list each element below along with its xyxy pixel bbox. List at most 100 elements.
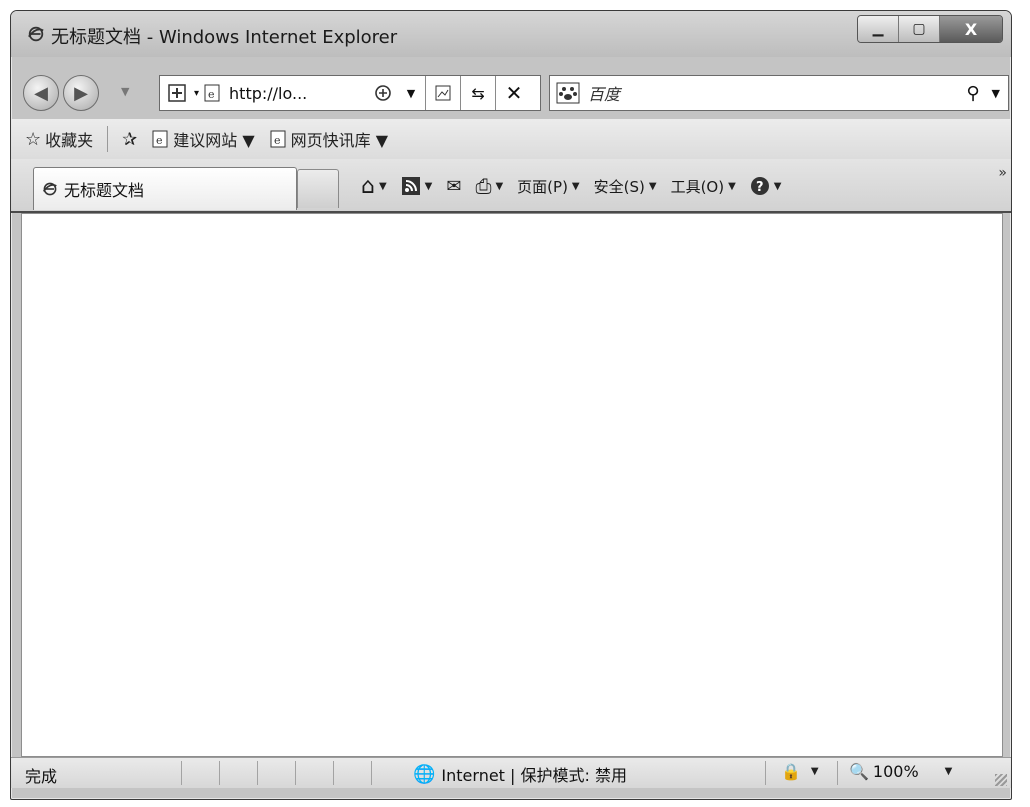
- read-mail-button[interactable]: ✉: [446, 176, 461, 197]
- favorites-divider: [107, 126, 109, 152]
- star-icon: ☆: [25, 128, 42, 150]
- safety-menu-label: 安全(S): [593, 177, 645, 196]
- status-divider: [765, 761, 766, 785]
- rss-feed-icon[interactable]: [426, 76, 460, 110]
- home-button[interactable]: ⌂ ▼: [361, 174, 387, 199]
- help-menu[interactable]: ? ▼: [750, 176, 782, 196]
- compatibility-view-icon[interactable]: [369, 76, 397, 110]
- window-controls: ▁ ▢ X: [857, 15, 1003, 43]
- globe-icon: 🌐: [413, 763, 436, 785]
- page-icon: e: [152, 130, 168, 148]
- status-divider: [371, 761, 372, 785]
- zoom-level: 100%: [872, 762, 919, 781]
- security-zone-label: Internet | 保护模式: 禁用: [441, 766, 627, 785]
- status-divider: [257, 761, 258, 785]
- page-menu-label: 页面(P): [517, 177, 568, 196]
- tab-title: 无标题文档: [64, 181, 145, 200]
- search-box[interactable]: 百度 ⚲ ▼: [549, 75, 1009, 111]
- home-icon: ⌂: [361, 173, 375, 199]
- refresh-icon[interactable]: ⇆: [461, 76, 495, 110]
- maximize-icon: ▢: [912, 21, 926, 37]
- close-button[interactable]: X: [940, 16, 1002, 42]
- status-divider: [837, 761, 838, 785]
- svg-text:?: ?: [756, 180, 764, 195]
- chevron-down-icon: ▼: [810, 766, 819, 777]
- status-bar: 完成 🌐 Internet | 保护模式: 禁用 🔒 ▼ 🔍 100% ▼: [11, 757, 1011, 788]
- lock-icon: 🔒: [781, 762, 801, 781]
- favorites-bar: ☆ 收藏夹 ✰ e 建议网站 ▼ e 网页快讯库 ▼: [11, 119, 1011, 159]
- chevron-down-icon: ▼: [378, 180, 387, 192]
- tools-menu-label: 工具(O): [670, 177, 725, 196]
- printer-icon: ⎙: [475, 174, 492, 198]
- security-zone[interactable]: 🌐 Internet | 保护模式: 禁用: [413, 762, 627, 786]
- page-icon: e: [270, 130, 286, 148]
- svg-text:e: e: [156, 134, 163, 147]
- favorites-item-suggested-sites[interactable]: e 建议网站 ▼: [151, 127, 255, 151]
- ie-icon: [42, 182, 57, 196]
- feeds-button[interactable]: ▼: [401, 176, 433, 196]
- forward-button[interactable]: ▶: [63, 75, 99, 111]
- recent-pages-dropdown-icon[interactable]: ▼: [121, 85, 129, 98]
- page-icon: e: [199, 76, 225, 110]
- favorites-item-web-slice-gallery[interactable]: e 网页快讯库 ▼: [269, 127, 388, 151]
- zoom-icon: 🔍: [849, 762, 869, 781]
- new-tab-button[interactable]: [297, 169, 339, 208]
- add-favorites-button[interactable]: ✰: [122, 129, 137, 150]
- mail-icon: ✉: [446, 175, 462, 197]
- back-arrow-icon: ◀: [34, 82, 48, 104]
- status-divider: [295, 761, 296, 785]
- baidu-paw-icon: [556, 82, 580, 104]
- minimize-icon: ▁: [872, 21, 884, 37]
- status-text: 完成: [25, 767, 58, 786]
- navigation-bar: ◀ ▶ ▼ ▾ e http://lo... ▼ ⇆ ✕ 百度 ⚲ ▼: [11, 69, 1011, 113]
- chevron-down-icon: ▼: [773, 180, 782, 192]
- print-button[interactable]: ⎙ ▼: [475, 174, 503, 198]
- popup-blocker-button[interactable]: 🔒 ▼: [781, 762, 819, 781]
- back-button[interactable]: ◀: [23, 75, 59, 111]
- chevron-down-icon: ▼: [571, 180, 580, 192]
- add-favorite-star-icon: ✰: [122, 128, 138, 150]
- chevron-down-icon: ▼: [728, 180, 736, 192]
- tools-menu[interactable]: 工具(O) ▼: [671, 176, 736, 197]
- safety-menu[interactable]: 安全(S) ▼: [594, 176, 657, 197]
- feed-icon: [401, 177, 420, 195]
- address-dropdown-icon[interactable]: ▼: [397, 76, 425, 110]
- expand-plus-icon[interactable]: [160, 76, 194, 110]
- url-text[interactable]: http://lo...: [225, 84, 369, 103]
- browser-window: 无标题文档 - Windows Internet Explorer ▁ ▢ X …: [10, 10, 1012, 800]
- favorites-item-label: 网页快讯库 ▼: [290, 131, 389, 150]
- page-content[interactable]: [21, 213, 1003, 757]
- command-bar: ⌂ ▼ ▼ ✉ ⎙ ▼ 页面(P) ▼ 安全(S) ▼ 工具(O) ▼ ? ▼: [361, 169, 795, 203]
- search-dropdown-icon[interactable]: ▼: [992, 87, 1000, 100]
- favorites-item-label: 建议网站 ▼: [173, 131, 255, 150]
- window-title: 无标题文档 - Windows Internet Explorer: [51, 27, 398, 48]
- chevron-down-icon: ▼: [648, 180, 657, 192]
- minimize-button[interactable]: ▁: [858, 16, 899, 42]
- tab-row: 无标题文档 ⌂ ▼ ▼ ✉ ⎙ ▼ 页面(P) ▼ 安全(S) ▼ 工具(O) …: [11, 159, 1011, 213]
- chevron-down-icon: ▼: [495, 180, 504, 192]
- maximize-button[interactable]: ▢: [899, 16, 940, 42]
- favorites-button[interactable]: ☆ 收藏夹: [25, 127, 93, 151]
- chevron-down-icon: ▼: [944, 766, 953, 777]
- svg-text:e: e: [208, 88, 215, 101]
- zoom-control[interactable]: 🔍 100% ▼: [849, 762, 952, 781]
- svg-text:e: e: [274, 134, 281, 147]
- title-bar: 无标题文档 - Windows Internet Explorer ▁ ▢ X: [11, 11, 1011, 57]
- address-bar[interactable]: ▾ e http://lo... ▼ ⇆ ✕: [159, 75, 541, 111]
- stop-icon[interactable]: ✕: [496, 76, 532, 110]
- favorites-label: 收藏夹: [45, 131, 94, 150]
- chevron-down-icon: ▼: [424, 180, 433, 192]
- status-divider: [333, 761, 334, 785]
- status-divider: [219, 761, 220, 785]
- resize-grip[interactable]: [995, 774, 1007, 786]
- tab-untitled[interactable]: 无标题文档: [33, 167, 297, 210]
- forward-arrow-icon: ▶: [74, 82, 88, 104]
- page-menu[interactable]: 页面(P) ▼: [517, 176, 579, 197]
- status-divider: [181, 761, 182, 785]
- ie-icon: [28, 26, 44, 42]
- search-input[interactable]: 百度: [588, 81, 620, 105]
- help-icon: ?: [750, 177, 769, 195]
- close-icon: X: [964, 19, 978, 39]
- more-commands-icon[interactable]: »: [998, 165, 1007, 181]
- search-icon[interactable]: ⚲: [966, 83, 979, 104]
